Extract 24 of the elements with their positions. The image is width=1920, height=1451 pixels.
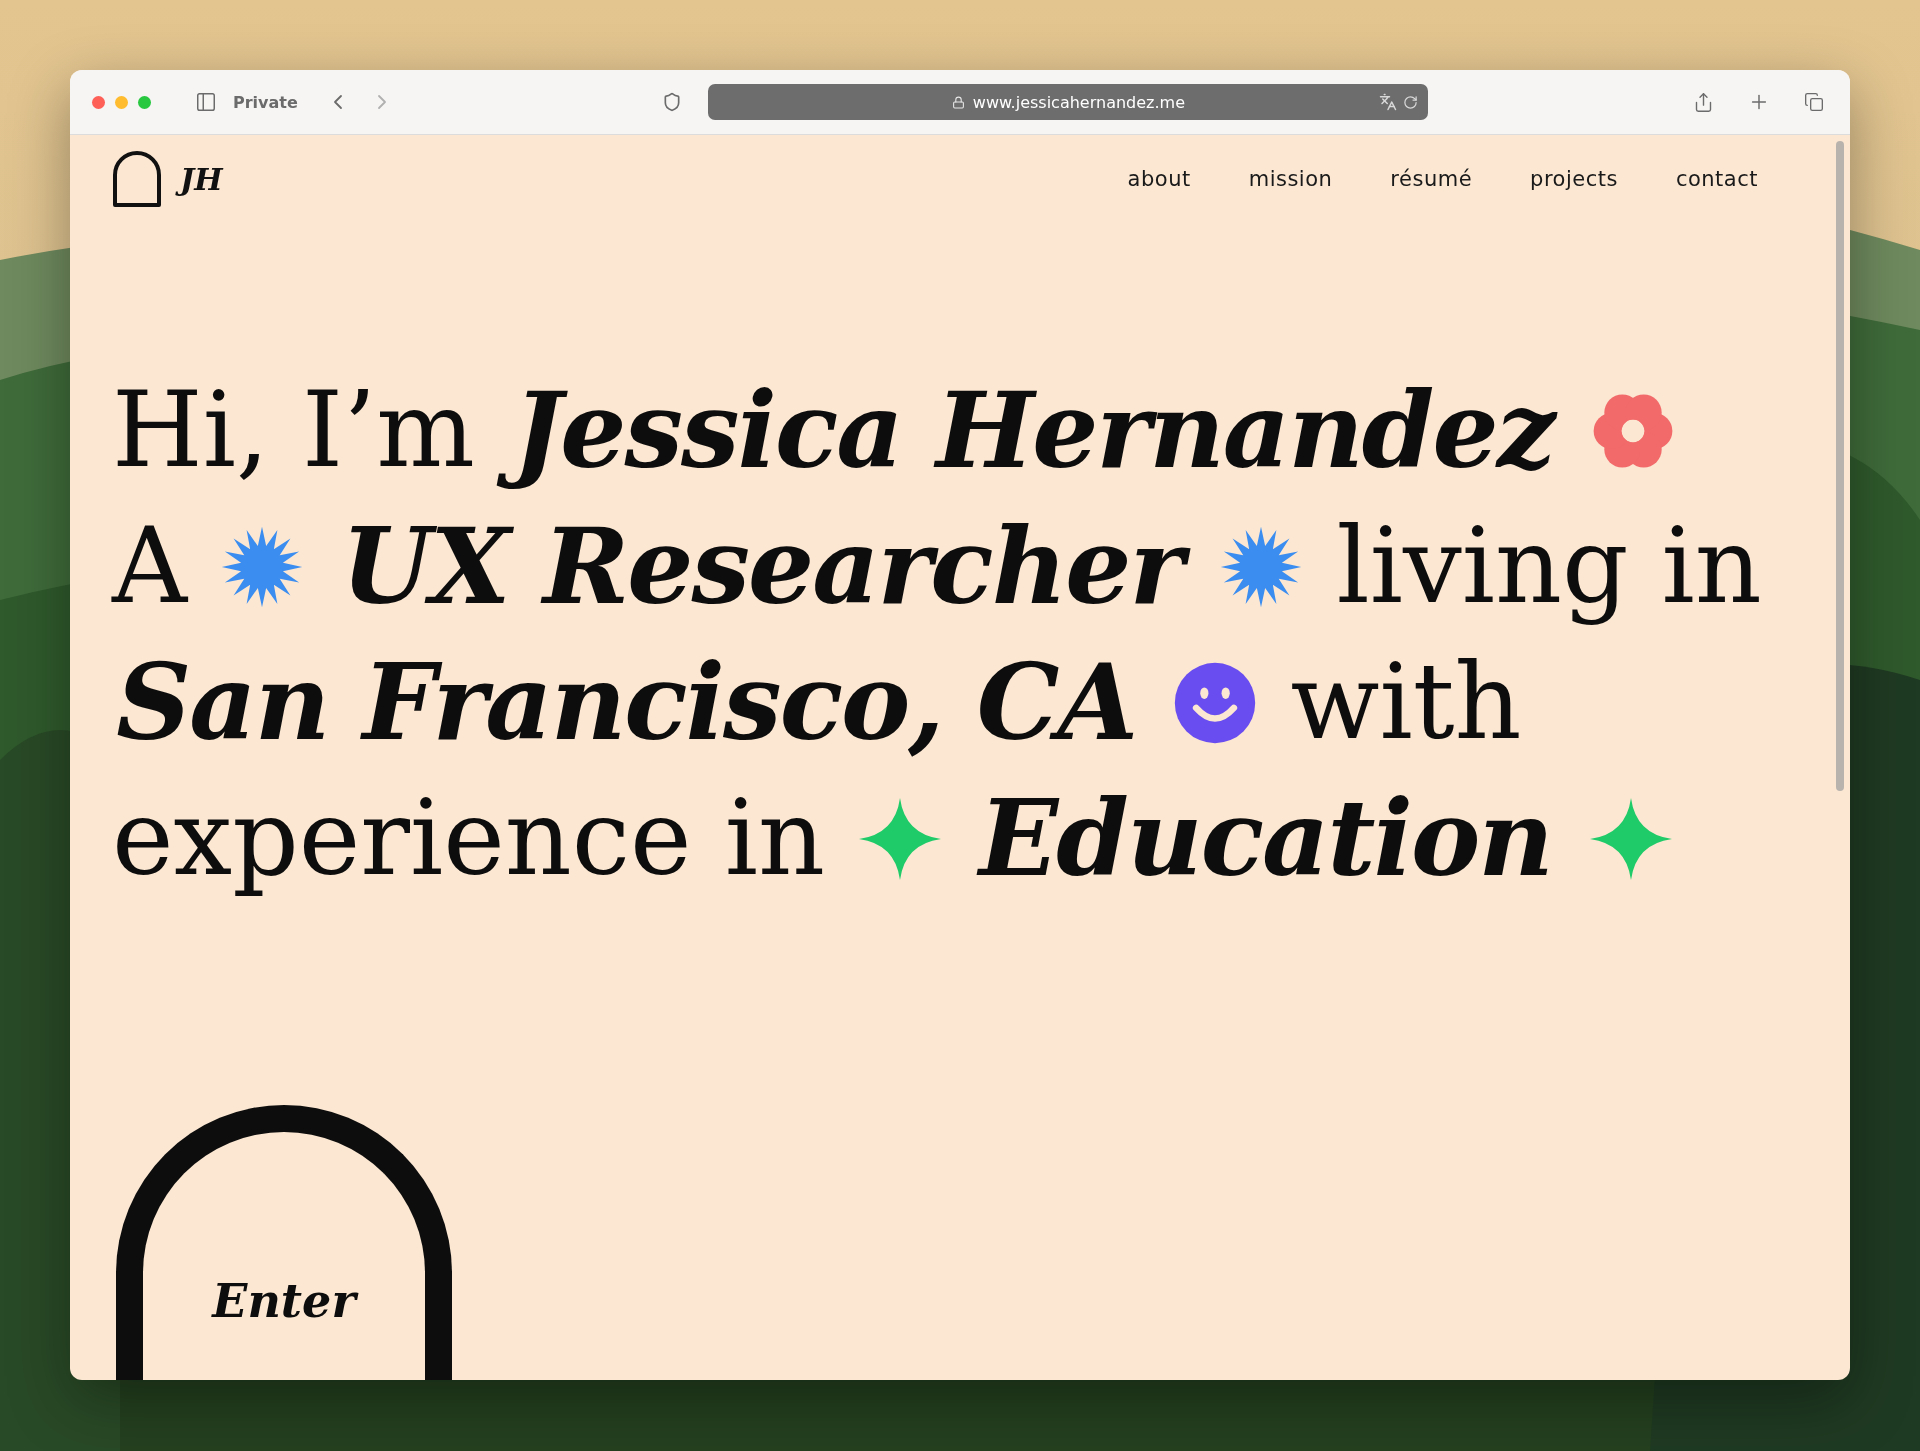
nav-link[interactable]: mission <box>1248 167 1333 191</box>
logo-text: JH <box>176 157 229 201</box>
headline-text: A <box>112 504 188 630</box>
lock-icon <box>951 95 965 109</box>
nav-link[interactable]: projects <box>1530 167 1618 191</box>
nav-link[interactable]: résumé <box>1390 167 1473 191</box>
headline-text: experience in <box>112 776 825 902</box>
translate-icon[interactable] <box>1379 93 1398 111</box>
headline-emphasis: Education <box>958 765 1567 915</box>
nav-link[interactable]: about <box>1127 167 1191 191</box>
headline-text: Hi, I’m <box>112 368 475 494</box>
private-label: Private <box>233 92 298 112</box>
scrollbar[interactable] <box>1836 141 1844 791</box>
headline-emphasis: San Francisco, CA <box>115 640 1138 767</box>
arch-icon <box>112 150 162 208</box>
reload-icon[interactable] <box>1403 94 1419 110</box>
address-bar[interactable]: www.jessicahernandez.me <box>708 84 1429 120</box>
headline-text: with <box>1290 640 1522 766</box>
enter-button[interactable]: Enter <box>116 1105 452 1380</box>
zoom-button[interactable] <box>138 95 151 109</box>
nav-link[interactable]: contact <box>1675 167 1758 191</box>
logo[interactable]: JH <box>112 150 229 208</box>
headline-text: living in <box>1336 504 1762 630</box>
close-button[interactable] <box>92 95 105 109</box>
